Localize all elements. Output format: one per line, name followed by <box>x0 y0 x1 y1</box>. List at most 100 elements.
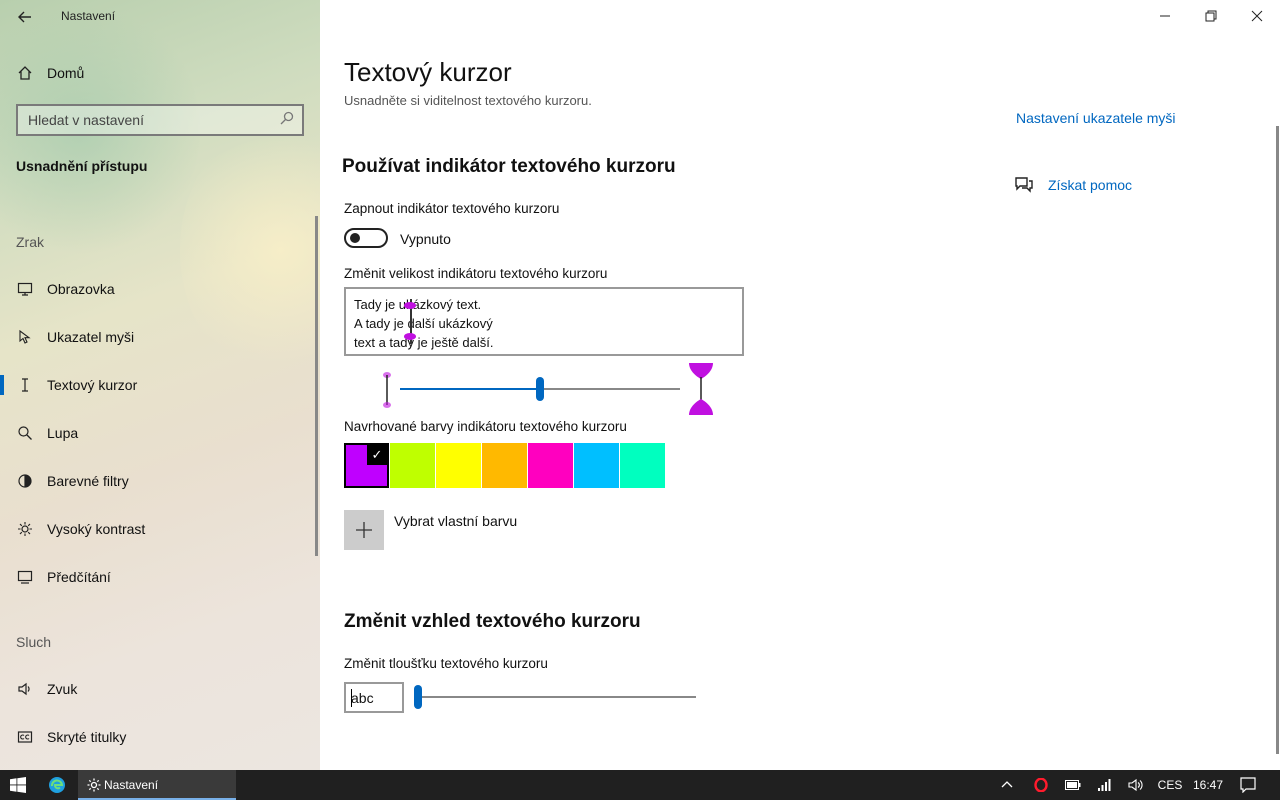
thickness-slider-thumb[interactable] <box>414 685 422 709</box>
page-subtitle: Usnadněte si viditelnost textového kurzo… <box>344 93 592 108</box>
network-button[interactable] <box>1094 770 1116 800</box>
search-placeholder: Hledat v nastavení <box>28 112 144 128</box>
thickness-sample-text: abc <box>351 690 374 706</box>
sidebar-item-label: Lupa <box>47 425 79 441</box>
taskbar-app-label: Nastavení <box>104 778 159 792</box>
captions-icon <box>16 728 34 746</box>
color-filter-icon <box>16 472 34 490</box>
color-swatch[interactable] <box>574 443 619 488</box>
opera-icon <box>1034 778 1048 792</box>
sidebar-item-label: Domů <box>47 65 85 81</box>
gear-icon <box>84 770 104 800</box>
sidebar-item-home[interactable]: Domů <box>0 58 320 88</box>
notifications-button[interactable] <box>1236 770 1260 800</box>
sidebar-item-label: Obrazovka <box>47 281 115 297</box>
color-swatch[interactable] <box>620 443 665 488</box>
close-icon <box>1251 10 1263 22</box>
color-swatch[interactable] <box>390 443 435 488</box>
sidebar-item-label: Ukazatel myši <box>47 329 135 345</box>
taskbar: Nastavení CES 16:47 <box>0 770 1280 800</box>
color-swatch[interactable]: ✓ <box>344 443 389 488</box>
back-button[interactable] <box>12 4 38 30</box>
sidebar-item-label: Skryté titulky <box>47 729 127 745</box>
language-indicator[interactable]: CES <box>1156 770 1184 800</box>
main-content: Textový kurzor Usnadněte si viditelnost … <box>320 0 1280 770</box>
sidebar-item-display[interactable]: Obrazovka <box>0 269 320 309</box>
color-swatch[interactable] <box>436 443 481 488</box>
sidebar-item-mouse-pointer[interactable]: Ukazatel myši <box>0 317 320 357</box>
network-signal-icon <box>1098 779 1111 791</box>
thickness-slider-track[interactable] <box>416 696 696 698</box>
page-title: Textový kurzor <box>344 57 512 87</box>
close-button[interactable] <box>1242 5 1272 27</box>
preview-cursor-bottom-cap <box>404 333 416 340</box>
monitor-icon <box>16 280 34 298</box>
restore-button[interactable] <box>1196 5 1226 27</box>
restore-icon <box>1205 10 1217 22</box>
text-caret <box>351 689 352 707</box>
color-swatches: ✓ <box>344 443 666 489</box>
indicator-toggle[interactable] <box>344 228 388 248</box>
size-label: Změnit velikost indikátoru textového kur… <box>344 266 608 281</box>
main-scrollbar[interactable] <box>1276 126 1279 754</box>
search-icon[interactable] <box>280 111 294 129</box>
sidebar-item-captions[interactable]: Skryté titulky <box>0 717 320 757</box>
toggle-label: Zapnout indikátor textového kurzoru <box>344 201 560 216</box>
sidebar-item-color-filters[interactable]: Barevné filtry <box>0 461 320 501</box>
color-swatch[interactable] <box>528 443 573 488</box>
opera-tray-button[interactable] <box>1030 770 1052 800</box>
preview-cursor-top-cap <box>404 302 416 309</box>
brightness-icon <box>16 520 34 538</box>
battery-icon <box>1065 780 1081 790</box>
show-hidden-icons-button[interactable] <box>996 770 1018 800</box>
narrator-icon <box>16 568 34 586</box>
large-indicator-icon <box>689 363 713 415</box>
help-chat-icon <box>1015 177 1033 193</box>
speaker-icon <box>1128 778 1143 792</box>
sidebar-item-label: Textový kurzor <box>47 377 138 393</box>
get-help-link[interactable]: Získat pomoc <box>1048 177 1132 193</box>
toggle-state: Vypnuto <box>400 231 451 247</box>
custom-color-label: Vybrat vlastní barvu <box>394 513 518 529</box>
home-icon <box>16 64 34 82</box>
size-slider-fill <box>400 388 540 390</box>
color-swatch[interactable] <box>482 443 527 488</box>
sidebar-item-magnifier[interactable]: Lupa <box>0 413 320 453</box>
thickness-preview: abc <box>344 682 404 713</box>
sidebar-item-narrator[interactable]: Předčítání <box>0 557 320 597</box>
sidebar: Nastavení Domů Hledat v nastavení Usnadn… <box>0 0 320 770</box>
minimize-button[interactable] <box>1150 5 1180 27</box>
plus-icon <box>356 522 372 538</box>
battery-button[interactable] <box>1062 770 1084 800</box>
section-heading: Usnadnění přístupu <box>16 158 148 174</box>
section-heading-indicator: Používat indikátor textového kurzoru <box>342 156 676 177</box>
volume-button[interactable] <box>1124 770 1148 800</box>
group-label-vision: Zrak <box>16 234 44 250</box>
taskbar-edge[interactable] <box>40 770 74 800</box>
minimize-icon <box>1160 15 1170 17</box>
start-button[interactable] <box>0 770 36 800</box>
group-label-hearing: Sluch <box>16 634 52 650</box>
size-slider-thumb[interactable] <box>536 377 544 401</box>
edge-browser-icon <box>49 777 65 793</box>
magnifier-icon <box>16 424 34 442</box>
sidebar-item-audio[interactable]: Zvuk <box>0 669 320 709</box>
windows-logo-icon <box>10 777 26 793</box>
text-cursor-icon <box>16 376 34 394</box>
section-heading-appearance: Změnit vzhled textového kurzoru <box>344 611 641 632</box>
sidebar-item-text-cursor[interactable]: Textový kurzor <box>0 365 320 405</box>
app-title: Nastavení <box>61 9 116 23</box>
mouse-pointer-settings-link[interactable]: Nastavení ukazatele myši <box>1016 110 1176 126</box>
chevron-up-icon <box>1001 781 1013 788</box>
small-indicator-icon <box>383 372 391 408</box>
colors-label: Navrhované barvy indikátoru textového ku… <box>344 419 627 434</box>
sidebar-item-label: Barevné filtry <box>47 473 129 489</box>
search-input[interactable]: Hledat v nastavení <box>16 104 304 136</box>
back-arrow-icon <box>18 11 31 23</box>
speaker-icon <box>16 680 34 698</box>
sidebar-item-high-contrast[interactable]: Vysoký kontrast <box>0 509 320 549</box>
clock[interactable]: 16:47 <box>1190 770 1226 800</box>
sidebar-item-label: Vysoký kontrast <box>47 521 146 537</box>
sidebar-scrollbar[interactable] <box>315 216 318 556</box>
custom-color-button[interactable] <box>344 510 384 550</box>
